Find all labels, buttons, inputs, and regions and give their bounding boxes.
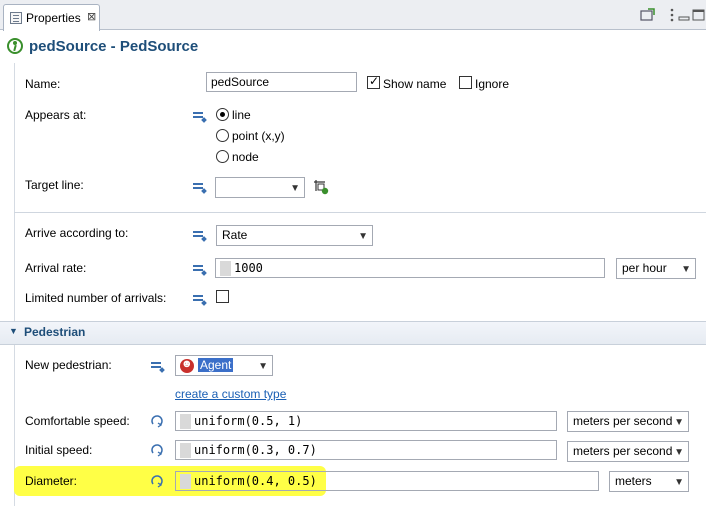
create-custom-type-link[interactable]: create a custom type <box>175 387 286 401</box>
radio-line[interactable] <box>216 108 229 121</box>
ignore-checkbox[interactable] <box>459 76 472 89</box>
new-pedestrian-label: New pedestrian: <box>25 358 112 372</box>
name-input[interactable]: pedSource <box>206 72 357 92</box>
maximize-icon[interactable] <box>691 8 706 22</box>
pick-target-icon[interactable] <box>313 179 329 195</box>
comfortable-speed-label: Comfortable speed: <box>25 414 130 428</box>
arrive-label: Arrive according to: <box>25 226 129 240</box>
initial-speed-input[interactable]: uniform(0.3, 0.7) <box>175 440 557 460</box>
agent-icon <box>180 357 194 373</box>
chevron-down-icon: ▼ <box>674 417 684 428</box>
tab-label: Properties <box>26 11 81 25</box>
section-label: Pedestrian <box>24 325 86 339</box>
chevron-down-icon: ▼ <box>358 231 368 242</box>
chevron-down-icon[interactable]: ▼ <box>9 326 18 336</box>
chevron-down-icon: ▼ <box>674 447 684 458</box>
radio-node[interactable] <box>216 150 229 163</box>
target-line-select[interactable]: ▼ <box>215 177 305 198</box>
limited-arrivals-label: Limited number of arrivals: <box>25 291 167 305</box>
show-name-checkbox[interactable] <box>367 74 380 89</box>
section-header-pedestrian[interactable] <box>0 321 706 345</box>
code-marker <box>220 261 231 276</box>
radio-node-label: node <box>232 150 259 164</box>
static-param-icon[interactable] <box>193 112 207 122</box>
properties-icon <box>10 12 22 24</box>
limited-arrivals-checkbox[interactable] <box>216 290 229 303</box>
target-line-label: Target line: <box>25 178 84 192</box>
initial-speed-label: Initial speed: <box>25 443 93 457</box>
radio-point-label: point (x,y) <box>232 129 285 143</box>
comfortable-speed-input[interactable]: uniform(0.5, 1) <box>175 411 557 431</box>
static-param-icon[interactable] <box>151 362 165 372</box>
divider <box>14 212 706 213</box>
close-icon[interactable]: ⊠ <box>87 10 96 23</box>
diameter-unit-select[interactable]: meters ▼ <box>609 471 689 492</box>
pedestrian-source-icon <box>7 38 23 54</box>
show-name-label: Show name <box>383 77 447 91</box>
diameter-label: Diameter: <box>25 474 78 488</box>
diameter-input[interactable]: uniform(0.4, 0.5) <box>175 471 599 491</box>
arrival-rate-label: Arrival rate: <box>25 261 87 275</box>
chevron-down-icon: ▼ <box>674 477 684 488</box>
minimize-icon[interactable] <box>676 8 692 22</box>
tab-properties[interactable]: Properties ⊠ <box>3 4 100 31</box>
dynamic-param-icon[interactable] <box>150 414 166 428</box>
page-title: pedSource - PedSource <box>29 38 199 55</box>
arrival-rate-unit-select[interactable]: per hour ▼ <box>616 258 696 279</box>
chevron-down-icon: ▼ <box>258 361 268 372</box>
code-marker <box>180 414 191 429</box>
static-param-icon[interactable] <box>193 295 207 305</box>
dynamic-param-icon[interactable] <box>150 474 166 488</box>
radio-point[interactable] <box>216 129 229 142</box>
appears-at-label: Appears at: <box>25 108 87 122</box>
initial-speed-unit-select[interactable]: meters per second ▼ <box>567 441 689 462</box>
chevron-down-icon: ▼ <box>290 183 300 194</box>
radio-line-label: line <box>232 108 251 122</box>
code-marker <box>180 443 191 458</box>
dynamic-param-icon[interactable] <box>150 443 166 457</box>
code-marker <box>180 474 191 489</box>
arrive-select[interactable]: Rate ▼ <box>216 225 373 246</box>
static-param-icon[interactable] <box>193 183 207 193</box>
chevron-down-icon: ▼ <box>681 264 691 275</box>
ignore-label: Ignore <box>475 77 510 91</box>
view-tab-bar <box>0 0 706 30</box>
new-view-icon[interactable] <box>640 8 656 22</box>
arrival-rate-input[interactable]: 1000 <box>215 258 605 278</box>
static-param-icon[interactable] <box>193 231 207 241</box>
new-pedestrian-select[interactable]: Agent ▼ <box>175 355 273 376</box>
static-param-icon[interactable] <box>193 265 207 275</box>
comfortable-speed-unit-select[interactable]: meters per second ▼ <box>567 411 689 432</box>
name-label: Name: <box>25 77 61 91</box>
